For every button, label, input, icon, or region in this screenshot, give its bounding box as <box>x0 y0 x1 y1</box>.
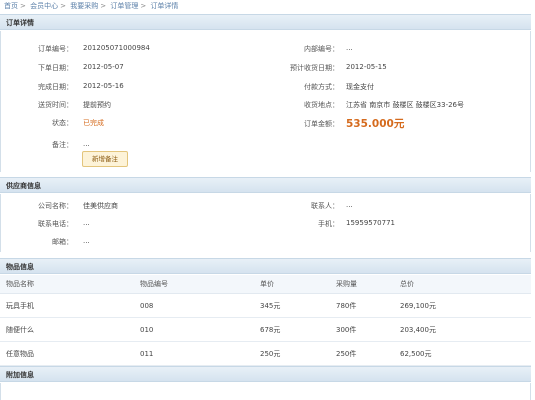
item-price: 345元 <box>259 293 335 318</box>
order-section-header: 订单详情 <box>0 14 531 30</box>
breadcrumb-home[interactable]: 首页 <box>4 2 18 10</box>
breadcrumb-member-center[interactable]: 会员中心 <box>30 2 58 10</box>
finish-date-value: 2012-05-16 <box>83 82 124 90</box>
item-total: 269,100元 <box>399 293 531 318</box>
delivery-label: 送货时间： <box>38 101 73 109</box>
order-panel: 订单编号： 201205071000984 下单日期： 2012-05-07 完… <box>0 31 531 172</box>
breadcrumb: 首页 > 会员中心 > 我要采购 > 订单管理 > 订单详情 <box>4 1 180 11</box>
supplier-panel: 公司名称： 佳美供应商 联系电话： ... 邮箱： ... 联系人： ... 手… <box>0 194 531 252</box>
internal-no-label: 内部编号： <box>304 45 339 53</box>
breadcrumb-order-management[interactable]: 订单管理 <box>110 2 138 10</box>
extra-panel <box>0 383 531 400</box>
email-value: ... <box>83 237 90 245</box>
phone-value: ... <box>83 219 90 227</box>
col-code: 物品编号 <box>139 275 259 294</box>
breadcrumb-separator: > <box>60 2 66 10</box>
finish-date-label: 完成日期： <box>38 83 73 91</box>
item-total: 203,400元 <box>399 317 531 342</box>
item-code: 008 <box>139 293 259 318</box>
order-no-value: 201205071000984 <box>83 44 150 52</box>
internal-no-value: ... <box>346 44 353 52</box>
status-value: 已完成 <box>83 119 104 127</box>
contact-value: ... <box>346 201 353 209</box>
table-row: 玩具手机 008 345元 780件 269,100元 <box>0 293 531 318</box>
item-price: 678元 <box>259 317 335 342</box>
phone-label: 联系电话： <box>38 220 73 228</box>
amount-label: 订单金额： <box>304 120 339 128</box>
col-price: 单价 <box>259 275 335 294</box>
note-value: ... <box>83 140 90 148</box>
place-date-label: 下单日期： <box>38 64 73 72</box>
col-total: 总价 <box>399 275 531 294</box>
item-code: 011 <box>139 341 259 366</box>
breadcrumb-current: 订单详情 <box>150 2 179 10</box>
breadcrumb-separator: > <box>100 2 107 10</box>
status-label: 状态： <box>52 119 73 127</box>
address-label: 收货地点： <box>304 101 339 109</box>
order-no-label: 订单编号： <box>38 45 73 53</box>
items-section-header: 物品信息 <box>0 258 531 274</box>
add-note-button[interactable]: 新增备注 <box>82 151 128 167</box>
order-amount: 535.000元 <box>346 118 405 130</box>
payment-label: 付款方式： <box>304 83 339 91</box>
item-name: 随便什么 <box>0 317 139 342</box>
item-qty: 780件 <box>335 293 399 318</box>
company-value: 佳美供应商 <box>83 202 118 210</box>
address-value: 江苏省 南京市 鼓楼区 鼓楼区33-26号 <box>346 101 465 109</box>
item-total: 62,500元 <box>399 341 531 366</box>
contact-label: 联系人： <box>311 202 339 210</box>
col-name: 物品名称 <box>0 275 139 294</box>
items-table: 物品名称 物品编号 单价 采购量 总价 玩具手机 008 345元 780件 2… <box>0 275 531 366</box>
item-price: 250元 <box>259 341 335 366</box>
expected-date-value: 2012-05-15 <box>346 63 387 71</box>
mobile-label: 手机： <box>318 220 339 228</box>
delivery-value: 提前预约 <box>83 101 111 109</box>
table-row: 任意物品 011 250元 250件 62,500元 <box>0 341 531 366</box>
col-qty: 采购量 <box>335 275 399 294</box>
note-label: 备注： <box>52 141 73 149</box>
place-date-value: 2012-05-07 <box>83 63 124 71</box>
email-label: 邮箱： <box>52 238 73 246</box>
item-qty: 250件 <box>335 341 399 366</box>
payment-value: 现金支付 <box>346 83 374 91</box>
items-header-row: 物品名称 物品编号 单价 采购量 总价 <box>0 275 531 294</box>
breadcrumb-separator: > <box>20 2 26 10</box>
item-qty: 300件 <box>335 317 399 342</box>
item-code: 010 <box>139 317 259 342</box>
item-name: 玩具手机 <box>0 293 139 318</box>
item-name: 任意物品 <box>0 341 139 366</box>
table-row: 随便什么 010 678元 300件 203,400元 <box>0 317 531 342</box>
supplier-section-header: 供应商信息 <box>0 177 531 193</box>
company-label: 公司名称： <box>38 202 73 210</box>
breadcrumb-purchase[interactable]: 我要采购 <box>70 2 98 10</box>
mobile-value: 15959570771 <box>346 219 395 227</box>
extra-section-header: 附加信息 <box>0 366 531 382</box>
expected-date-label: 预计收货日期： <box>290 64 339 72</box>
breadcrumb-separator: > <box>140 2 147 10</box>
